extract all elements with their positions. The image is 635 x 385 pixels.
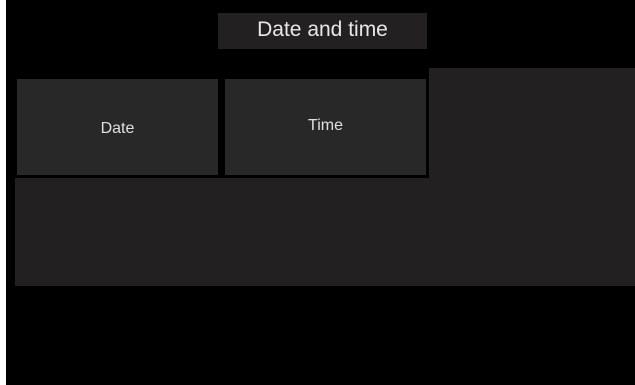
page-title: Date and time: [218, 13, 427, 49]
time-button[interactable]: Time: [225, 79, 426, 175]
time-button-label: Time: [308, 117, 343, 134]
date-button[interactable]: Date: [17, 79, 218, 175]
date-button-label: Date: [100, 120, 135, 137]
page-title-label: Date and time: [257, 18, 388, 41]
